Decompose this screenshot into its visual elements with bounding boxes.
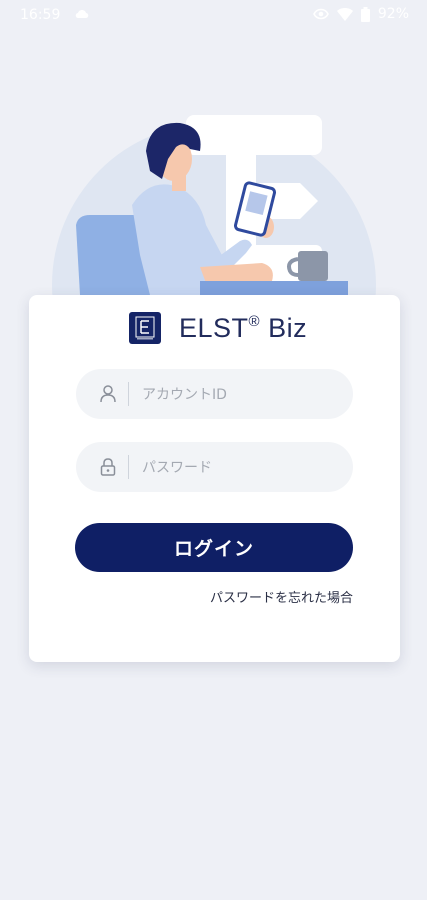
- status-icons: 92%: [312, 6, 409, 22]
- login-screen: 16:59 92% ELST® Biz アカウントID ログイン パスワードを忘…: [0, 0, 427, 900]
- user-icon: [100, 385, 116, 403]
- brand-suffix: Biz: [260, 312, 308, 343]
- lock-icon: [100, 458, 116, 476]
- brand-title: ELST® Biz: [179, 313, 307, 344]
- account-id-field[interactable]: [76, 369, 353, 421]
- status-time: 16:59: [20, 7, 61, 23]
- forgot-password-link[interactable]: パスワードを忘れた場合: [210, 587, 353, 606]
- password-field[interactable]: [76, 442, 353, 494]
- header-illustration: [52, 115, 376, 305]
- e-panel-top: [186, 115, 322, 155]
- battery-icon: [360, 6, 370, 22]
- field-separator: [128, 382, 129, 406]
- login-button[interactable]: ログイン: [75, 523, 353, 572]
- battery-percent: 92%: [377, 6, 409, 22]
- brand-name: ELST: [179, 312, 249, 343]
- desk: [200, 281, 348, 295]
- brand-logo: [129, 312, 161, 344]
- status-bar: 16:59 92%: [0, 0, 427, 30]
- mug-icon: [298, 251, 328, 281]
- wifi-icon: [336, 8, 353, 21]
- e-logo-icon: [135, 316, 155, 340]
- field-separator: [128, 455, 129, 479]
- account-id-input[interactable]: [140, 369, 344, 421]
- eye-icon: [312, 8, 329, 20]
- password-input[interactable]: [140, 442, 344, 494]
- brand-header: ELST® Biz: [129, 312, 307, 344]
- login-card: ELST® Biz ログイン パスワードを忘れた場合: [29, 295, 400, 662]
- cloud-icon: [75, 10, 89, 18]
- registered-mark: ®: [248, 312, 261, 330]
